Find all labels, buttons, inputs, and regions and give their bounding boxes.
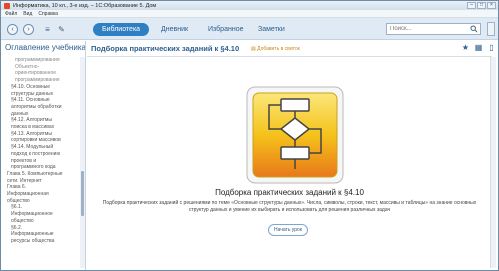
search-input[interactable] [387, 24, 467, 34]
toc-item[interactable]: сети. Интернет [7, 178, 79, 184]
content-scrollbar[interactable] [490, 57, 496, 268]
star-icon[interactable]: ★ [461, 43, 470, 52]
edit-icon[interactable]: ✎ [57, 25, 66, 34]
toc-item[interactable]: поиска в массивах [7, 124, 79, 130]
maximize-button[interactable]: □ [477, 2, 486, 9]
document-icon[interactable]: ▯ [487, 43, 496, 52]
toc-item[interactable]: §6.2. [7, 225, 79, 231]
page-title: Подборка практических заданий к §4.10 [91, 44, 240, 53]
toc-item[interactable]: §4.13. Алгоритмы [7, 131, 79, 137]
add-favorite-label: Добавить в свиток [257, 46, 300, 52]
toc-item-active[interactable]: структуры данных [7, 91, 79, 97]
sidebar-scroll-thumb[interactable] [81, 171, 84, 216]
toc-item[interactable]: Информационные [7, 231, 79, 237]
start-lesson-button[interactable]: Начать урок [268, 224, 308, 236]
tab-notes[interactable]: Заметки [249, 23, 294, 36]
tab-diary[interactable]: Дневник [152, 23, 197, 36]
flowchart-icon [246, 86, 344, 184]
toc-item[interactable]: Информационное [7, 211, 79, 217]
sidebar: Оглавление учебника программирования Объ… [1, 41, 86, 270]
toc-item[interactable]: подход к построению [7, 151, 79, 157]
lesson-title: Подборка практических заданий к §4.10 [215, 188, 364, 197]
bookmarks-icon[interactable]: ≡ [43, 25, 52, 34]
title-bar: Информатика, 10 кл., 3-е изд. – 1С:Образ… [1, 1, 498, 10]
back-button[interactable]: ‹ [7, 24, 18, 35]
menu-help[interactable]: Справка [38, 11, 58, 17]
app-window: Информатика, 10 кл., 3-е изд. – 1С:Образ… [0, 0, 499, 271]
forward-button[interactable]: › [23, 24, 34, 35]
sidebar-scrollbar[interactable] [80, 57, 85, 268]
window-title: Информатика, 10 кл., 3-е изд. – 1С:Образ… [13, 2, 157, 9]
toc-item[interactable]: §4.14. Модульный [7, 144, 79, 150]
toc-item[interactable]: программирования [7, 57, 79, 63]
toc-item[interactable]: Информационная [7, 191, 79, 197]
toc-item[interactable]: §4.12. Алгоритмы [7, 117, 79, 123]
search-box [386, 23, 481, 35]
content-divider [87, 56, 492, 57]
back-arrow-icon: ‹ [11, 26, 14, 33]
menu-bar: Файл Вид Справка [1, 10, 498, 18]
window-controls: – □ × [467, 2, 496, 9]
tab-favorites[interactable]: Избранное [199, 23, 252, 36]
calendar-icon[interactable]: ▦ [474, 43, 483, 52]
toc-item[interactable]: общество [7, 218, 79, 224]
toc-item[interactable]: §4.11. Основные [7, 97, 79, 103]
table-of-contents: программирования Объектно- ориентированн… [7, 57, 79, 245]
toc-item[interactable]: §6.1. [7, 204, 79, 210]
toc-item[interactable]: программного кода [7, 164, 79, 170]
toc-item[interactable]: проектов и [7, 158, 79, 164]
menu-file[interactable]: Файл [5, 11, 17, 17]
toc-item[interactable]: ресурсы общества [7, 238, 79, 244]
lesson-description: Подборка практических заданий с решениям… [102, 200, 477, 213]
menu-view[interactable]: Вид [23, 11, 32, 17]
toc-item[interactable]: общество [7, 198, 79, 204]
toc-item[interactable]: данных [7, 111, 79, 117]
sidebar-title: Оглавление учебника [5, 43, 86, 52]
app-icon [4, 2, 10, 9]
main-content: Подборка практических заданий к §4.10 ▤ … [87, 41, 498, 270]
toc-item[interactable]: сортировки массивов [7, 137, 79, 143]
toolbar: ‹ › ≡ ✎ Библиотека Дневник Избранное Зам… [1, 18, 498, 40]
toc-item-active[interactable]: §4.10. Основные [7, 84, 79, 90]
close-button[interactable]: × [487, 2, 496, 9]
toc-item[interactable]: Глава 6. [7, 184, 79, 190]
toolbar-scroll-button[interactable] [487, 22, 495, 36]
add-favorite-link[interactable]: ▤ Добавить в свиток [251, 46, 300, 52]
tab-library[interactable]: Библиотека [93, 23, 150, 36]
toc-item[interactable]: Объектно- [7, 64, 79, 70]
minimize-button[interactable]: – [467, 2, 476, 9]
toc-item[interactable]: алгоритмы обработки [7, 104, 79, 110]
content-header-icons: ★ ▦ ▯ [461, 43, 496, 52]
toc-item[interactable]: ориентированное [7, 70, 79, 76]
toc-item[interactable]: программирование [7, 77, 79, 83]
search-icon[interactable] [470, 25, 478, 33]
forward-arrow-icon: › [27, 26, 30, 33]
toc-item[interactable]: Глава 5. Компьютерные [7, 171, 79, 177]
